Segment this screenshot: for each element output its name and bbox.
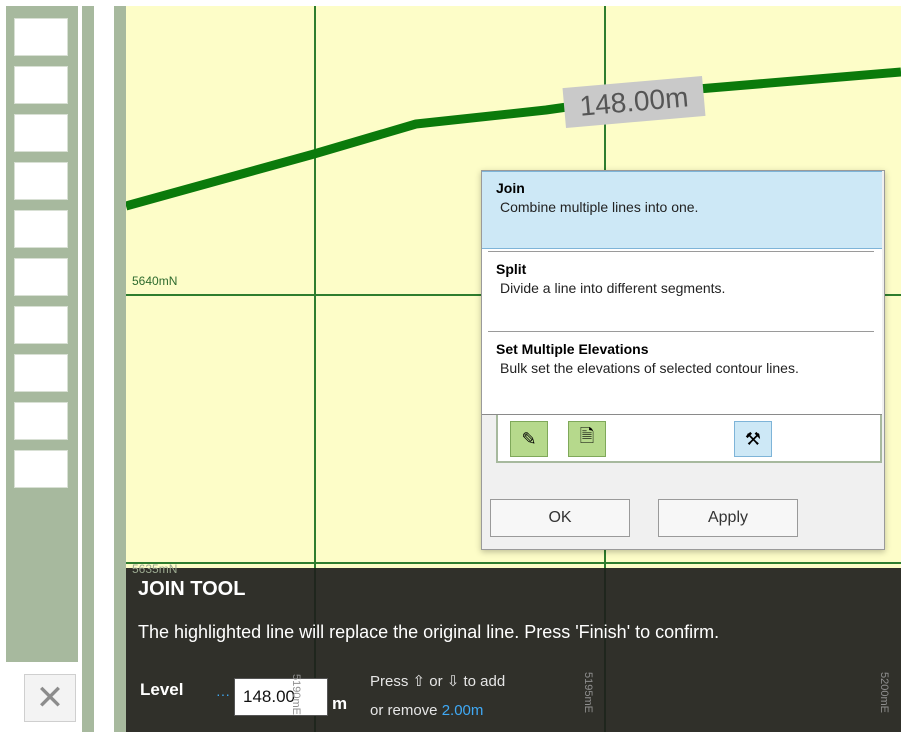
tool-toolbar: ✎ 🗎 ⚒ xyxy=(496,415,882,463)
list-item[interactable] xyxy=(14,210,68,248)
grid-line-horizontal xyxy=(126,562,901,564)
join-tool-message: The highlighted line will replace the or… xyxy=(138,622,720,642)
panel-divider xyxy=(82,6,94,732)
list-item[interactable] xyxy=(14,18,68,56)
list-item[interactable] xyxy=(14,162,68,200)
level-hint: or remove 2.00m xyxy=(370,702,483,719)
pencil-add-icon: ✎ xyxy=(521,428,537,449)
level-indicator: ··· xyxy=(216,686,230,702)
tools-button[interactable]: ⚒ xyxy=(734,421,772,457)
list-item[interactable] xyxy=(14,258,68,296)
menu-item-title: Join xyxy=(496,180,525,196)
menu-item-title: Set Multiple Elevations xyxy=(496,341,649,357)
tool-menu: Join Combine multiple lines into one. Sp… xyxy=(482,171,882,415)
menu-item-set-multiple-elevations[interactable]: Set Multiple Elevations Bulk set the ele… xyxy=(482,333,882,411)
menu-item-split[interactable]: Split Divide a line into different segme… xyxy=(482,253,882,331)
grid-label-north: 5635mN xyxy=(132,562,178,576)
left-sidebar: ✕ xyxy=(0,0,126,732)
list-item[interactable] xyxy=(14,306,68,344)
level-unit: m xyxy=(332,694,348,713)
layer-list-panel xyxy=(6,6,78,662)
list-item[interactable] xyxy=(14,114,68,152)
ok-button[interactable]: OK xyxy=(490,499,630,537)
grid-label-east: 5190mE xyxy=(290,674,302,715)
document-add-button[interactable]: 🗎 xyxy=(568,421,606,457)
grid-label-east: 5195mE xyxy=(582,672,594,713)
list-item[interactable] xyxy=(14,354,68,392)
join-tool-title: JOIN TOOL xyxy=(138,578,246,600)
list-item[interactable] xyxy=(14,402,68,440)
menu-item-description: Divide a line into different segments. xyxy=(500,280,726,296)
menu-item-title: Split xyxy=(496,261,527,277)
list-item[interactable] xyxy=(14,450,68,488)
pencil-add-button[interactable]: ✎ xyxy=(510,421,548,457)
tool-popup: Join Combine multiple lines into one. Sp… xyxy=(481,170,885,550)
tools-icon: ⚒ xyxy=(744,428,762,449)
list-item[interactable] xyxy=(14,66,68,104)
menu-divider xyxy=(488,251,874,252)
menu-item-description: Bulk set the elevations of selected cont… xyxy=(500,360,799,376)
close-icon: ✕ xyxy=(35,679,65,717)
level-hint-text: or remove xyxy=(370,702,438,719)
level-input[interactable]: 148.00 xyxy=(234,678,328,716)
grid-label-east: 5200mE xyxy=(878,672,890,713)
close-button[interactable]: ✕ xyxy=(24,674,76,722)
menu-item-description: Combine multiple lines into one. xyxy=(500,199,699,215)
level-step-value: 2.00m xyxy=(441,702,484,719)
level-label: Level xyxy=(140,680,184,699)
level-hint: Press ⇧ or ⇩ to add xyxy=(370,673,506,690)
menu-item-join[interactable]: Join Combine multiple lines into one. xyxy=(482,171,882,249)
apply-button[interactable]: Apply xyxy=(658,499,798,537)
menu-divider xyxy=(488,331,874,332)
panel-divider xyxy=(114,6,126,732)
document-add-icon: 🗎 xyxy=(579,426,595,446)
dialog-buttons: OK Apply xyxy=(482,491,882,537)
join-tool-panel: 5635mN JOIN TOOL The highlighted line wi… xyxy=(126,562,901,732)
